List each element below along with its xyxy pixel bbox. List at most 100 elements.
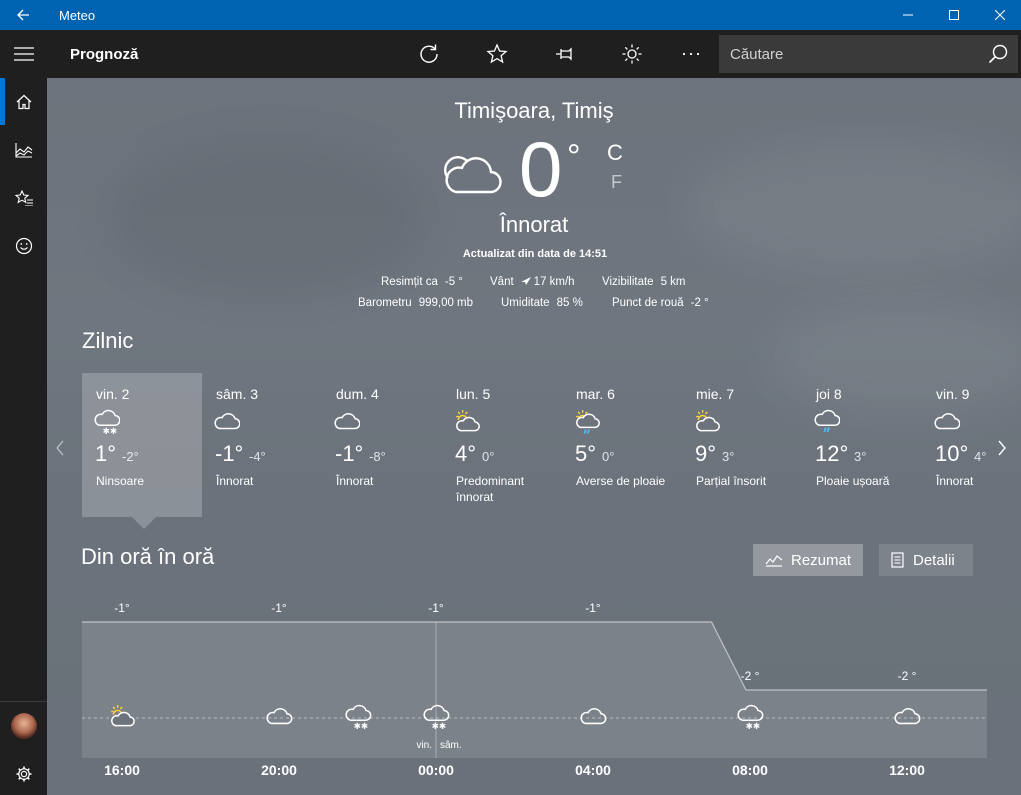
day-condition: Ploaie ușoară xyxy=(816,474,890,488)
minimize-icon xyxy=(903,14,913,16)
daily-forecast-day[interactable]: mie. 7 9° 3° Parțial însorit xyxy=(682,373,802,517)
hour-time-label: 16:00 xyxy=(104,762,140,778)
day-low-temp: 4° xyxy=(974,449,987,464)
day-name: mie. 7 xyxy=(696,386,735,402)
home-icon xyxy=(16,94,31,109)
day-condition: Înnorat xyxy=(216,474,254,488)
wind-label: Vânt xyxy=(490,276,514,288)
display-mode-button[interactable] xyxy=(614,38,650,70)
settings-button[interactable] xyxy=(0,750,47,795)
sidebar-item-maps[interactable] xyxy=(0,126,47,173)
refresh-icon xyxy=(420,44,438,63)
hourly-chart: vin. sâm. -1° 16:00 -1° 20:00 -1° 00:00 ✱✱ -1° 0… xyxy=(82,601,987,778)
unit-celsius-toggle[interactable]: C xyxy=(607,140,623,166)
daily-forecast-day[interactable]: joi 8 12° 3° Ploaie ușoară xyxy=(802,373,922,517)
sidebar xyxy=(0,30,47,795)
daily-forecast-day[interactable]: dum. 4 -1° -8° Înnorat xyxy=(322,373,442,517)
partly-sunny-icon xyxy=(454,409,480,440)
hour-time-label: 00:00 xyxy=(418,762,454,778)
back-arrow-icon xyxy=(17,9,29,21)
day-low-temp: -8° xyxy=(369,449,386,464)
daily-forecast-day[interactable]: sâm. 3 -1° -4° Înnorat xyxy=(202,373,322,517)
sun-icon xyxy=(622,44,642,64)
cloud-icon xyxy=(214,409,241,440)
cloud-icon xyxy=(444,156,502,194)
day-name: mar. 6 xyxy=(576,386,615,402)
barometer-value: 999,00 mb xyxy=(418,297,474,309)
details-view-label: Detalii xyxy=(913,551,955,569)
chevron-right-icon[interactable] xyxy=(997,440,1007,456)
more-options-button[interactable] xyxy=(673,38,709,70)
close-icon xyxy=(995,10,1005,20)
search-input[interactable] xyxy=(730,44,980,64)
day-low-temp: 3° xyxy=(722,449,735,464)
daily-forecast-list: vin. 2 ✱✱ 1° -2° Ninsoare sâm. 3 -1° -4° … xyxy=(82,373,987,528)
pin-button[interactable] xyxy=(547,38,583,70)
day-split-right-label: sâm. xyxy=(440,740,462,751)
day-split-left-label: vin. xyxy=(416,740,432,751)
hour-temperature-label: -1° xyxy=(585,601,601,615)
day-low-temp: 0° xyxy=(602,449,615,464)
day-high-temp: 1° xyxy=(95,441,117,466)
daily-forecast-day[interactable]: vin. 2 ✱✱ 1° -2° Ninsoare xyxy=(82,373,202,517)
dew-point: Punct de rouă -2 ° xyxy=(612,297,709,309)
day-low-temp: -4° xyxy=(249,449,266,464)
day-high-temp: 10° xyxy=(935,441,969,466)
maximize-button[interactable] xyxy=(931,0,977,30)
degree-symbol: ° xyxy=(567,138,581,176)
last-updated: Actualizat din data de 14:51 xyxy=(462,248,608,260)
sidebar-item-favorites[interactable] xyxy=(0,174,47,221)
hamburger-menu-button[interactable] xyxy=(0,30,47,77)
feels-like-value: -5 ° xyxy=(444,276,463,288)
details-view-button[interactable]: Detalii xyxy=(879,544,973,576)
line-chart-icon xyxy=(765,555,783,567)
visibility-value: 5 km xyxy=(660,276,686,288)
hour-temperature-label: -2 ° xyxy=(898,669,917,683)
barometer: Barometru 999,00 mb xyxy=(358,297,473,309)
day-low-temp: 3° xyxy=(854,449,867,464)
hour-temperature-label: -1° xyxy=(428,601,444,615)
sidebar-item-feedback[interactable] xyxy=(0,222,47,269)
hour-temperature-label: -1° xyxy=(271,601,287,615)
daily-forecast-day[interactable]: vin. 9 10° 4° Înnorat xyxy=(922,373,987,517)
search-button[interactable] xyxy=(983,40,1013,68)
document-icon xyxy=(891,552,904,568)
day-condition: Averse de ploaie xyxy=(576,474,666,488)
wind-value: 17 km/h xyxy=(533,276,575,288)
favorite-button[interactable] xyxy=(479,38,515,70)
snow-cloud-icon: ✱✱ xyxy=(94,409,121,440)
svg-text:✱✱: ✱✱ xyxy=(746,722,760,732)
account-button[interactable] xyxy=(0,702,47,749)
hour-time-label: 08:00 xyxy=(732,762,768,778)
barometer-label: Barometru xyxy=(358,297,412,309)
avatar xyxy=(10,712,37,739)
summary-view-button[interactable]: Rezumat xyxy=(753,544,863,576)
visibility: Vizibilitate 5 km xyxy=(602,276,686,288)
day-condition: Înnorat xyxy=(336,474,374,488)
day-name: lun. 5 xyxy=(456,386,491,402)
unit-fahrenheit-toggle[interactable]: F xyxy=(611,172,622,193)
page-title: Prognoză xyxy=(70,46,139,63)
search-box xyxy=(719,35,1018,73)
star-list-icon xyxy=(14,189,33,206)
hour-time-label: 12:00 xyxy=(889,762,925,778)
day-low-temp: 0° xyxy=(482,449,495,464)
chevron-left-icon[interactable] xyxy=(55,440,65,456)
feels-like: Resimțit ca -5 ° xyxy=(381,276,463,288)
back-button[interactable] xyxy=(0,0,46,30)
minimize-button[interactable] xyxy=(885,0,931,30)
forecast-panel: Timişoara, Timiş 0 ° C F Înnorat Actuali… xyxy=(47,78,1021,795)
sidebar-item-forecast[interactable] xyxy=(0,78,47,125)
daily-forecast-day[interactable]: lun. 5 4° 0° Predominant înnorat xyxy=(442,373,562,517)
day-condition: Predominant înnorat xyxy=(456,474,525,504)
close-button[interactable] xyxy=(977,0,1021,30)
daily-forecast-day[interactable]: mar. 6 5° 0° Averse de ploaie xyxy=(562,373,682,517)
day-name: dum. 4 xyxy=(336,386,379,402)
svg-text:✱✱: ✱✱ xyxy=(103,427,118,435)
hourly-section-title: Din oră în oră xyxy=(81,544,215,569)
maximize-icon xyxy=(949,10,959,20)
refresh-button[interactable] xyxy=(411,38,447,70)
search-icon xyxy=(988,44,1008,64)
toolbar: Prognoză xyxy=(47,30,1021,78)
current-temperature: 0 xyxy=(519,125,563,213)
